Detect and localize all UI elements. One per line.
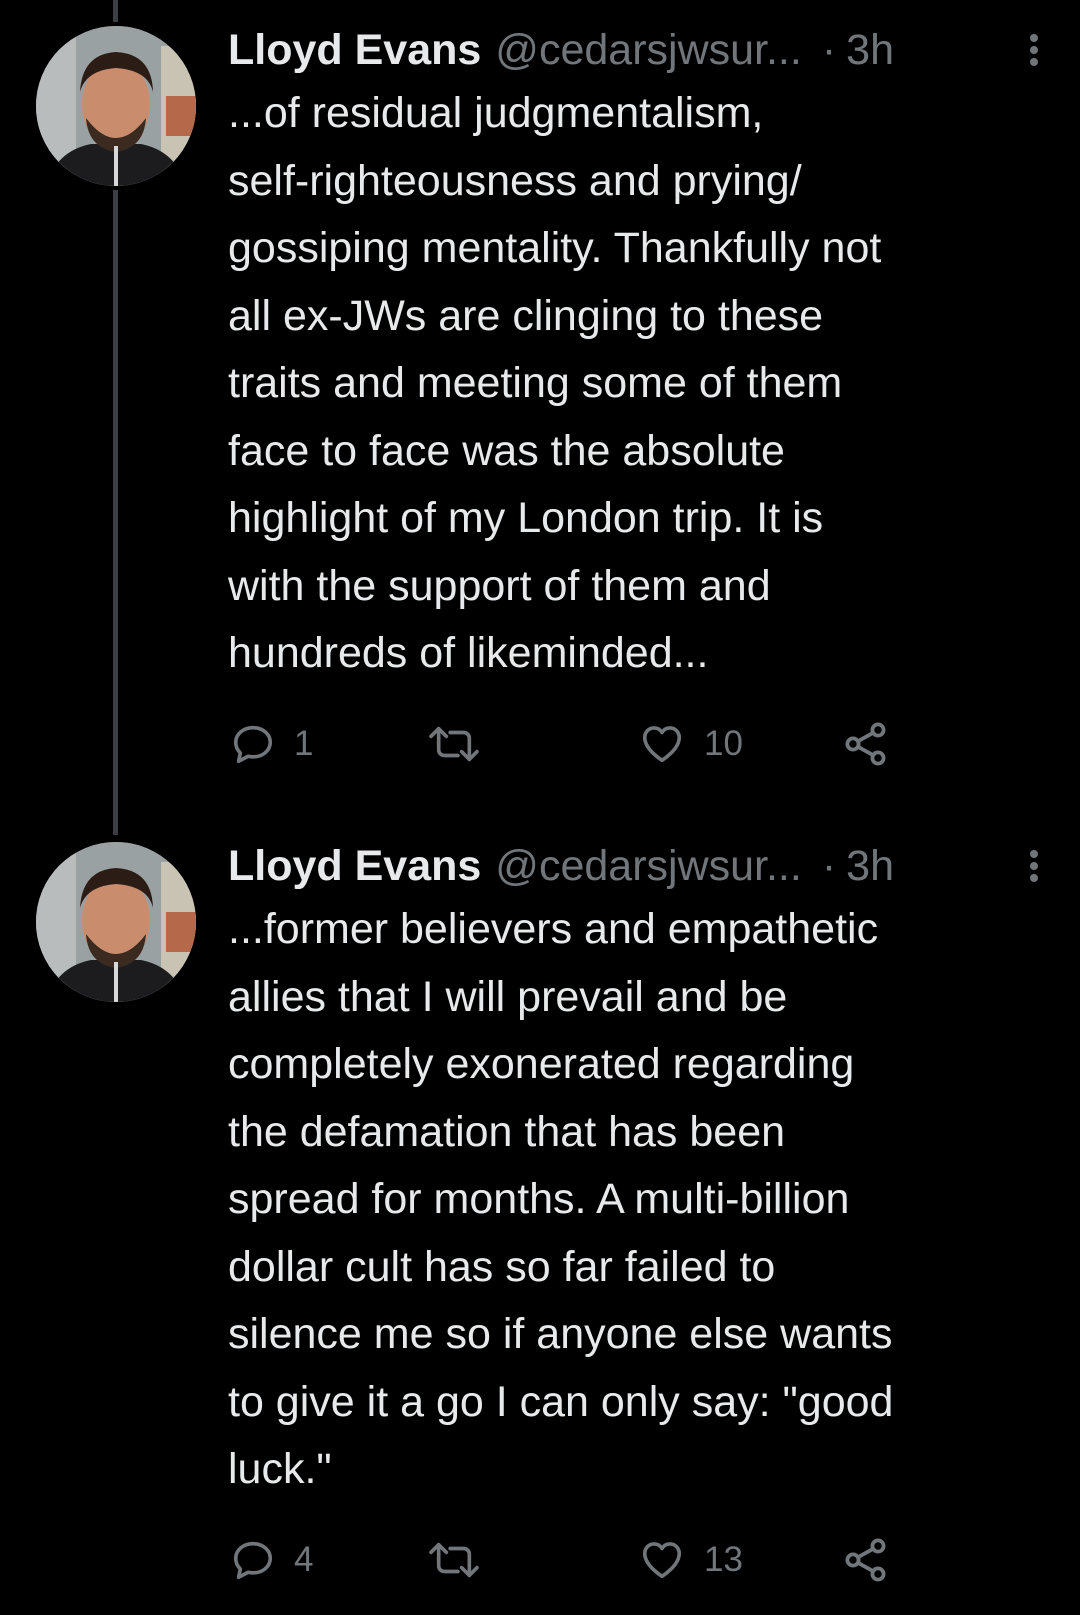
tweet-actions: 1 10 — [228, 714, 928, 774]
tweet-header: Lloyd Evans @cedarsjwsur... · 3h — [228, 22, 1050, 78]
author-handle[interactable]: @cedarsjwsur... — [495, 26, 802, 75]
tweet[interactable]: Lloyd Evans @cedarsjwsur... · 3h ...form… — [0, 816, 1080, 1615]
timestamp[interactable]: 3h — [846, 842, 894, 891]
more-vertical-icon[interactable] — [1020, 28, 1048, 72]
heart-icon — [642, 726, 682, 763]
reply-count: 1 — [294, 724, 314, 763]
avatar[interactable] — [36, 842, 196, 1002]
tweet[interactable]: Lloyd Evans @cedarsjwsur... · 3h ...of r… — [0, 0, 1080, 820]
share-icon — [845, 722, 886, 766]
reply-icon — [233, 725, 273, 764]
retweet-icon — [429, 726, 479, 762]
reply-button[interactable]: 1 — [230, 714, 313, 774]
reply-button[interactable]: 4 — [230, 1530, 313, 1590]
retweet-icon — [429, 1542, 479, 1578]
author-name[interactable]: Lloyd Evans — [228, 26, 481, 75]
separator-dot: · — [821, 25, 837, 74]
tweet-header: Lloyd Evans @cedarsjwsur... · 3h — [228, 838, 1050, 894]
tweet-text: ...of residual judgmentalism, self-right… — [228, 89, 882, 677]
tweet-actions: 4 13 — [228, 1530, 928, 1590]
like-button[interactable]: 10 — [638, 714, 743, 774]
timestamp[interactable]: 3h — [846, 26, 894, 75]
heart-icon — [642, 1542, 682, 1579]
reply-icon — [233, 1541, 273, 1580]
author-name[interactable]: Lloyd Evans — [228, 842, 481, 891]
share-icon — [845, 1538, 886, 1582]
more-vertical-icon[interactable] — [1020, 844, 1048, 888]
like-count: 10 — [704, 724, 743, 763]
retweet-button[interactable] — [426, 714, 482, 774]
avatar[interactable] — [36, 26, 196, 186]
author-handle[interactable]: @cedarsjwsur... — [495, 842, 802, 891]
share-button[interactable] — [842, 714, 890, 774]
tweet-text: ...former believers and empathetic allie… — [228, 905, 894, 1493]
like-count: 13 — [704, 1540, 743, 1579]
separator-dot: · — [821, 841, 837, 890]
retweet-button[interactable] — [426, 1530, 482, 1590]
like-button[interactable]: 13 — [638, 1530, 743, 1590]
share-button[interactable] — [842, 1530, 890, 1590]
reply-count: 4 — [294, 1540, 314, 1579]
